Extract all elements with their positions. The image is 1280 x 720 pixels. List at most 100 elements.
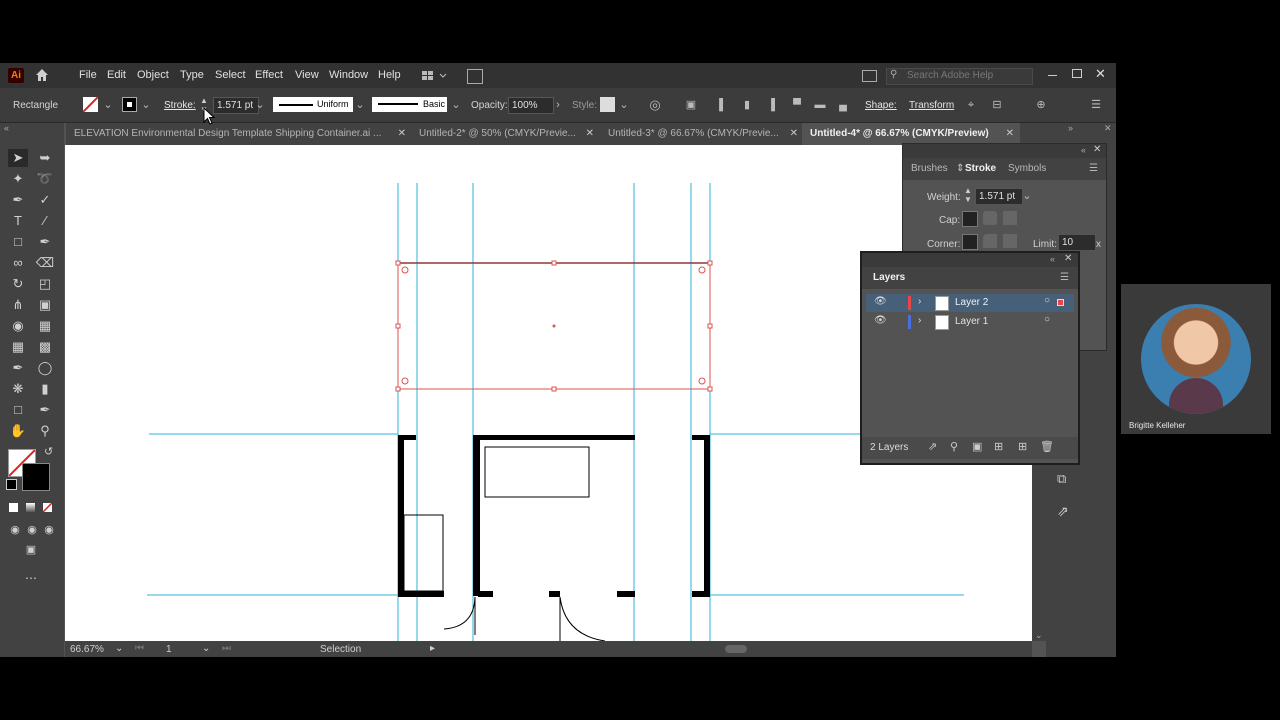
align-top-icon[interactable]: ▀ xyxy=(790,98,804,112)
restore-icon[interactable] xyxy=(1072,69,1082,78)
fill-dropdown-icon[interactable]: ⌄ xyxy=(101,98,115,112)
artboard-nav-last-icon[interactable]: ⏭ xyxy=(222,643,231,654)
menu-edit[interactable]: Edit xyxy=(107,69,126,81)
align-bottom-icon[interactable]: ▄ xyxy=(836,98,850,112)
stroke-label[interactable]: Stroke: xyxy=(164,100,196,111)
swap-colors-icon[interactable]: ↺ xyxy=(44,445,53,458)
symbol-sprayer-tool-icon[interactable]: ❋ xyxy=(8,380,28,398)
arrange-documents-icon[interactable] xyxy=(467,69,483,84)
menu-help[interactable]: Help xyxy=(378,69,401,81)
stroke-dropdown-icon[interactable]: ⌄ xyxy=(139,98,153,112)
tab-untitled-2[interactable]: Untitled-2* @ 50% (CMYK/Previe... ✕ xyxy=(411,123,600,145)
menu-window[interactable]: Window xyxy=(329,69,368,81)
shape-link[interactable]: Shape: xyxy=(865,100,897,111)
workspace-switcher-icon[interactable] xyxy=(422,70,448,82)
more-options-icon[interactable]: ⊕ xyxy=(1034,98,1048,112)
brush-dropdown-icon[interactable]: ⌄ xyxy=(449,98,463,112)
tab-untitled-3[interactable]: Untitled-3* @ 66.67% (CMYK/Previe... ✕ xyxy=(600,123,804,145)
align-to-icon[interactable]: ▣ xyxy=(684,98,698,112)
layer-name[interactable]: Layer 2 xyxy=(955,297,988,308)
artboard-tool-icon[interactable]: □ xyxy=(8,401,28,419)
opacity-field[interactable]: 100% xyxy=(508,97,554,114)
pen-tool-icon[interactable]: ✒ xyxy=(8,191,28,209)
limit-field[interactable]: 10 xyxy=(1058,234,1096,251)
expand-chevron-icon[interactable]: › xyxy=(918,315,921,326)
column-graph-tool-icon[interactable]: ▮ xyxy=(35,380,55,398)
shape-builder-tool-icon[interactable]: ◉ xyxy=(8,317,28,335)
minimize-icon[interactable] xyxy=(1048,75,1057,76)
weight-field[interactable]: 1.571 pt xyxy=(975,188,1023,205)
tab-symbols[interactable]: Symbols xyxy=(1008,163,1046,174)
shaper-tool-icon[interactable]: ∞ xyxy=(8,254,28,272)
close-icon[interactable]: ✕ xyxy=(1095,66,1106,82)
recolor-artwork-icon[interactable]: ◎ xyxy=(648,98,662,112)
eraser-tool-icon[interactable]: ⌫ xyxy=(35,254,55,272)
panel-close-icon[interactable]: ✕ xyxy=(1093,144,1101,155)
direct-selection-tool-icon[interactable]: ➥ xyxy=(35,149,55,167)
tab-brushes[interactable]: Brushes xyxy=(911,163,948,174)
selection-tool-icon[interactable]: ➤ xyxy=(8,149,28,167)
tab-close-icon[interactable]: ✕ xyxy=(586,123,594,145)
home-icon[interactable] xyxy=(34,67,50,83)
artboard-number[interactable]: 1 xyxy=(166,644,172,655)
align-center-icon[interactable]: ▮ xyxy=(740,98,754,112)
artboard-dropdown-icon[interactable]: ⌄ xyxy=(202,643,210,654)
fill-swatch[interactable] xyxy=(83,97,98,112)
stroke-color-swatch[interactable] xyxy=(22,463,50,491)
slice-tool-icon[interactable]: ✒ xyxy=(35,401,55,419)
type-tool-icon[interactable]: T xyxy=(8,212,28,230)
search-box[interactable]: ⚲ Search Adobe Help xyxy=(886,68,1033,85)
zoom-dropdown-icon[interactable]: ⌄ xyxy=(115,643,123,654)
stroke-swatch[interactable] xyxy=(122,97,137,112)
width-tool-icon[interactable]: ⋔ xyxy=(8,296,28,314)
hand-tool-icon[interactable]: ✋ xyxy=(8,422,28,440)
tab-collapse-icon[interactable]: ⇕ xyxy=(956,163,964,174)
mesh-tool-icon[interactable]: ▦ xyxy=(8,338,28,356)
visibility-eye-icon[interactable]: 👁 xyxy=(874,296,887,307)
menu-object[interactable]: Object xyxy=(137,69,169,81)
screen-mode-icon[interactable]: ▣ xyxy=(21,541,41,559)
rotate-tool-icon[interactable]: ↻ xyxy=(8,275,28,293)
new-sublayer-icon[interactable]: ⊞ xyxy=(994,440,1003,453)
variable-width-profile[interactable]: Uniform xyxy=(273,97,353,112)
butt-cap-icon[interactable] xyxy=(962,211,978,227)
panel-menu-icon[interactable]: ☰ xyxy=(1089,163,1098,174)
blend-tool-icon[interactable]: ◯ xyxy=(35,359,55,377)
layer-row[interactable]: 👁 › Layer 1 ○ xyxy=(866,313,1074,331)
control-menu-icon[interactable]: ☰ xyxy=(1089,98,1103,112)
menu-select[interactable]: Select xyxy=(215,69,246,81)
clipping-mask-icon[interactable]: ▣ xyxy=(972,440,982,453)
projecting-cap-icon[interactable] xyxy=(1003,211,1017,225)
dock-collapse-icon[interactable]: » xyxy=(1068,123,1073,133)
eyedropper-tool-icon[interactable]: ✒ xyxy=(8,359,28,377)
new-layer-icon[interactable]: ⊞ xyxy=(1018,440,1027,453)
profile-dropdown-icon[interactable]: ⌄ xyxy=(353,98,367,112)
artboard-nav-first-icon[interactable]: ⏮ xyxy=(135,643,144,654)
edit-toolbar-icon[interactable]: ⋯ xyxy=(21,569,41,587)
tab-close-icon[interactable]: ✕ xyxy=(1006,123,1014,145)
panel-collapse-icon[interactable]: « xyxy=(1081,145,1086,155)
tab-close-icon[interactable]: ✕ xyxy=(398,123,406,145)
bevel-join-icon[interactable] xyxy=(1003,234,1017,248)
tab-elevation[interactable]: ELEVATION Environmental Design Template … xyxy=(66,123,412,145)
zoom-level[interactable]: 66.67% xyxy=(70,644,104,655)
round-cap-icon[interactable] xyxy=(983,211,997,225)
zoom-tool-icon[interactable]: ⚲ xyxy=(35,422,55,440)
target-icon[interactable]: ○ xyxy=(1044,314,1050,325)
line-tool-icon[interactable]: ∕ xyxy=(35,212,55,230)
layers-menu-icon[interactable]: ☰ xyxy=(1060,272,1069,283)
dock-close-icon[interactable]: ✕ xyxy=(1104,123,1112,134)
perspective-grid-tool-icon[interactable]: ▦ xyxy=(35,317,55,335)
color-mode-icon[interactable] xyxy=(9,503,18,512)
gradient-tool-icon[interactable]: ▩ xyxy=(35,338,55,356)
layer-name[interactable]: Layer 1 xyxy=(955,316,988,327)
curvature-tool-icon[interactable]: ✓ xyxy=(35,191,55,209)
menu-effect[interactable]: Effect xyxy=(255,69,283,81)
horizontal-scrollbar[interactable] xyxy=(440,643,1025,655)
panel-close-icon[interactable]: ✕ xyxy=(1064,253,1072,264)
export-icon[interactable]: ⇗ xyxy=(928,440,937,453)
tab-untitled-4[interactable]: Untitled-4* @ 66.67% (CMYK/Preview) ✕ xyxy=(802,123,1020,145)
locate-object-icon[interactable]: ⚲ xyxy=(950,440,958,453)
delete-layer-icon[interactable]: 🗑 xyxy=(1040,440,1054,453)
opacity-arrow-icon[interactable]: › xyxy=(551,98,565,112)
